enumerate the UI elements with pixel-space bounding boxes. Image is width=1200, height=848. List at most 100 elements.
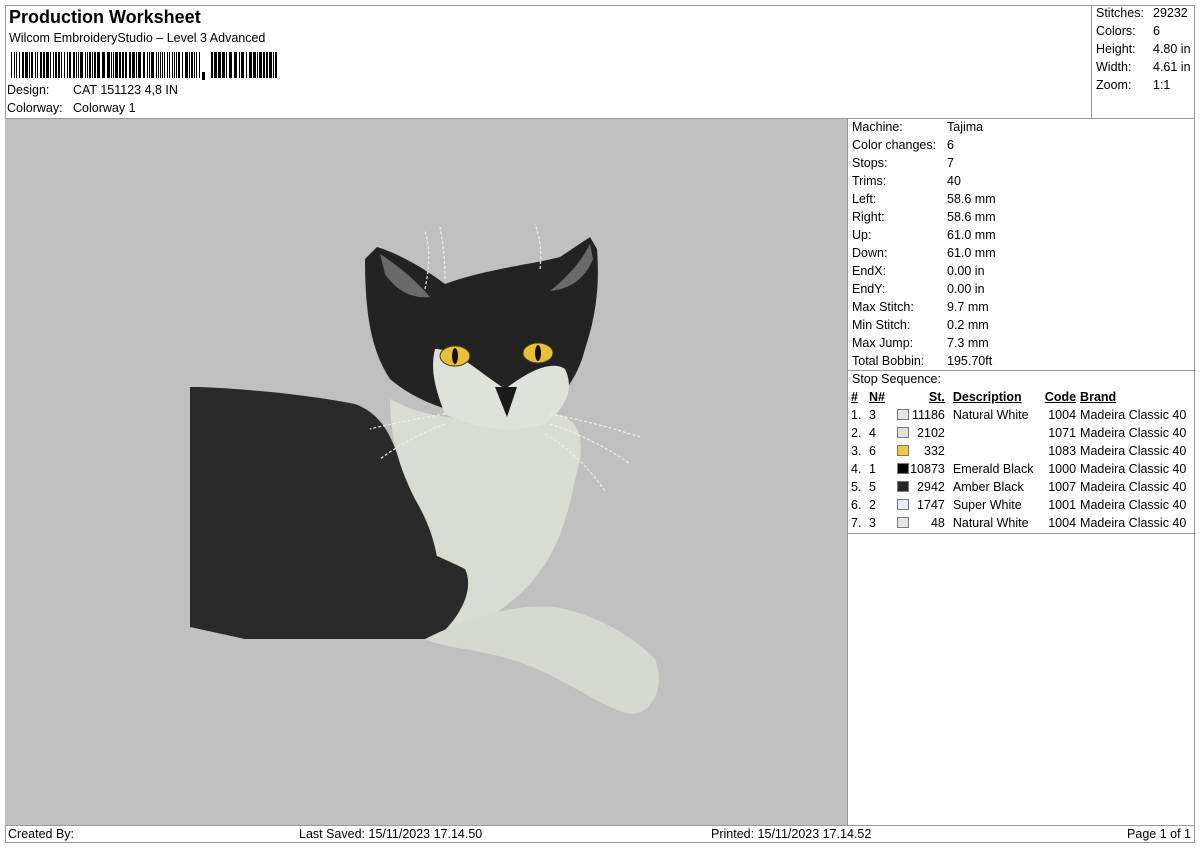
colorway-row: Colorway: Colorway 1 [7,101,136,115]
info-label: EndX: [852,264,887,278]
row-needle: 3 [868,516,876,530]
colorway-value: Colorway 1 [73,101,136,115]
design-row: Design: CAT 151123 4,8 IN [7,83,178,97]
design-preview[interactable] [5,119,847,825]
swatch-cell [891,442,909,460]
info-color-changes: Color changes: 6 [852,138,954,152]
stop-sequence-title: Stop Sequence: [852,372,941,386]
row-description: Super White [952,498,1022,512]
stat-label: Height: [1096,42,1136,56]
stat-value: 1:1 [1153,78,1171,92]
row-needle: 4 [868,426,876,440]
swatch-cell [891,496,909,514]
table-row[interactable]: 3. 6 332 1083 Madeira Classic 40 [851,442,1195,460]
info-label: Stops: [852,156,888,170]
info-value: 61.0 mm [947,246,996,260]
design-label: Design: [7,83,50,97]
swatch-cell [891,514,909,532]
stop-sequence-table: # N# St. Description Code Brand 1. 3 11186… [851,388,1195,532]
row-code: 1000 [1048,462,1077,476]
info-label: Max Stitch: [852,300,914,314]
swatch-cell [891,406,909,424]
color-swatch [896,463,909,474]
software-subtitle: Wilcom EmbroideryStudio – Level 3 Advanc… [9,31,266,45]
stat-value: 29232 [1153,6,1188,20]
info-label: Left: [852,192,877,206]
info-value: 58.6 mm [947,192,996,206]
col-header-n: N# [868,390,885,404]
row-needle: 6 [868,444,876,458]
color-swatch [896,427,909,438]
stat-value: 6 [1153,24,1160,38]
table-row[interactable]: 4. 1 10873 Emerald Black 1000 Madeira Classic… [851,460,1195,478]
col-header-description: Description [952,390,1022,404]
row-needle: 2 [868,498,876,512]
stat-label: Colors: [1096,24,1136,38]
swatch-cell [891,460,909,478]
table-row[interactable]: 7. 3 48 Natural White 1004 Madeira Classic 40 [851,514,1195,532]
info-label: Color changes: [852,138,937,152]
row-code: 1001 [1048,498,1077,512]
barcode [11,52,277,80]
table-row[interactable]: 1. 3 11186 Natural White 1004 Madeira Classic… [851,406,1195,424]
row-needle: 1 [868,462,876,476]
row-code: 1071 [1048,426,1077,440]
row-code: 1004 [1048,408,1077,422]
info-max-jump: Max Jump: 7.3 mm [852,336,989,350]
col-header-st: St. [928,390,945,404]
info-label: EndY: [852,282,886,296]
colorway-label: Colorway: [7,101,63,115]
row-brand: Madeira Classic 40 [1080,426,1187,440]
info-value: 58.6 mm [947,210,996,224]
info-label: Down: [852,246,888,260]
page-number: Page 1 of 1 [1127,827,1191,841]
row-description: Natural White [952,408,1029,422]
info-value: 7.3 mm [947,336,989,350]
info-min-stitch: Min Stitch: 0.2 mm [852,318,989,332]
row-description: Natural White [952,516,1029,530]
worksheet-header: Production Worksheet Wilcom EmbroiderySt… [5,5,1092,119]
cat-embroidery-image [190,223,659,714]
info-label: Max Jump: [852,336,914,350]
row-brand: Madeira Classic 40 [1080,408,1187,422]
row-brand: Madeira Classic 40 [1080,462,1187,476]
row-stitches: 48 [930,516,945,530]
printed-date: Printed: 15/11/2023 17.14.52 [711,827,872,841]
info-right: Right: 58.6 mm [852,210,996,224]
col-header-brand: Brand [1080,390,1117,404]
table-row[interactable]: 6. 2 1747 Super White 1001 Madeira Classic 40 [851,496,1195,514]
divider [848,533,1196,534]
info-endy: EndY: 0.00 in [852,282,985,296]
info-left: Left: 58.6 mm [852,192,996,206]
row-stitches: 2942 [917,480,945,494]
info-value: Tajima [947,120,984,134]
stat-label: Width: [1096,60,1132,74]
row-needle: 3 [868,408,876,422]
table-row[interactable]: 2. 4 2102 1071 Madeira Classic 40 [851,424,1195,442]
color-swatch [896,517,909,528]
stat-stitches: Stitches: 29232 [1096,6,1188,20]
table-row[interactable]: 5. 5 2942 Amber Black 1007 Madeira Classic 40 [851,478,1195,496]
row-needle: 5 [868,480,876,494]
row-description [949,442,1041,460]
info-endx: EndX: 0.00 in [852,264,985,278]
info-max-stitch: Max Stitch: 9.7 mm [852,300,989,314]
info-value: 0.00 in [947,282,985,296]
row-brand: Madeira Classic 40 [1080,498,1187,512]
row-index: 5. [851,480,862,494]
swatch-cell [891,478,909,496]
info-value: 40 [947,174,961,188]
row-description: Amber Black [952,480,1024,494]
row-description: Emerald Black [952,462,1034,476]
color-swatch [896,499,909,510]
info-label: Machine: [852,120,903,134]
stat-height: Height: 4.80 in [1096,42,1191,56]
color-swatch [896,445,909,456]
row-index: 4. [851,462,862,476]
info-value: 195.70ft [947,354,993,368]
swatch-cell [891,424,909,442]
table-header-row: # N# St. Description Code Brand [851,388,1195,406]
row-index: 3. [851,444,862,458]
stat-label: Zoom: [1096,78,1132,92]
row-stitches: 2102 [917,426,945,440]
